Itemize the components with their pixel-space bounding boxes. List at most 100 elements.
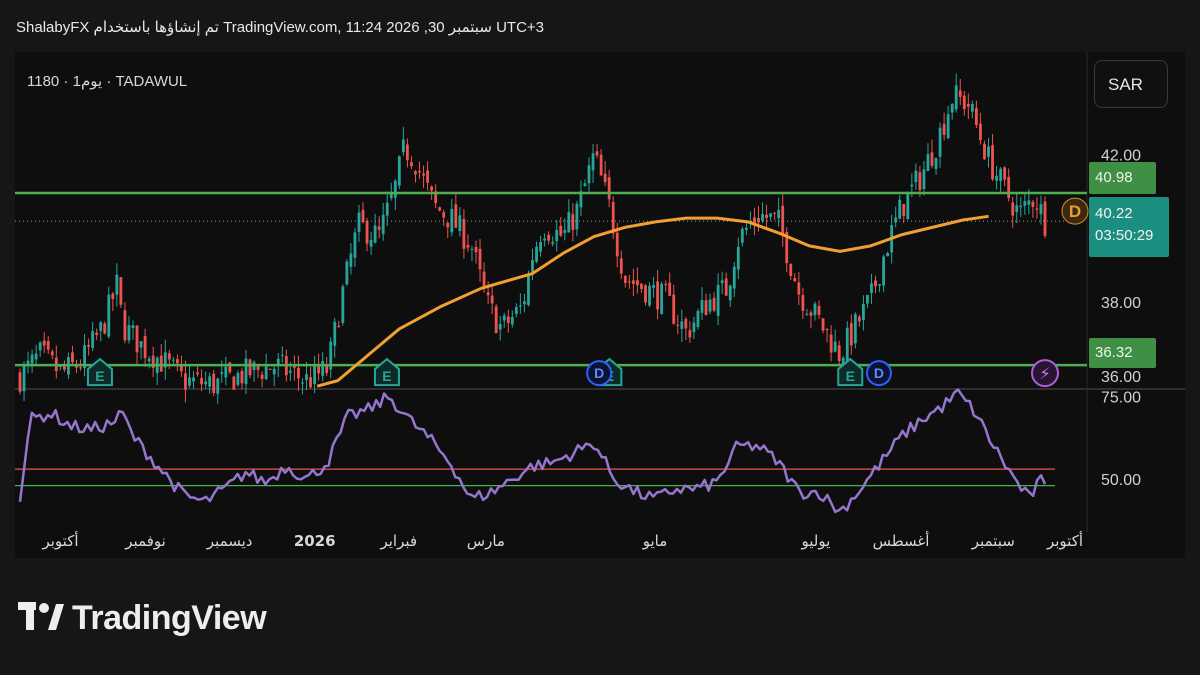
candle-body — [619, 258, 623, 274]
candle-body — [159, 355, 163, 372]
candle-body — [309, 377, 312, 388]
candle-body — [849, 323, 853, 346]
current-price-value: 40.22 — [1095, 205, 1133, 222]
tradingview-logo-icon — [18, 602, 64, 634]
candle-body — [987, 146, 990, 157]
candle-body — [470, 248, 474, 250]
candle-body — [970, 104, 974, 112]
candle-body — [405, 144, 409, 161]
candle-body — [438, 207, 442, 211]
candle-body — [623, 275, 627, 283]
candle-body — [171, 359, 175, 361]
candle-body — [611, 202, 615, 234]
candle-body — [345, 261, 349, 285]
rsi-axis-tick: 75.00 — [1101, 390, 1141, 407]
candle-body — [591, 153, 595, 171]
price-chart-svg[interactable]: 42.0038.0036.00EEEEDD⚡D75.0050.00أكتوبرن… — [15, 52, 1185, 558]
candle-body — [817, 306, 821, 315]
candle-body — [543, 238, 547, 241]
candle-body — [42, 340, 46, 346]
candle-body — [708, 299, 712, 312]
candle-body — [313, 364, 316, 385]
candle-body — [688, 330, 692, 338]
dividend-label: D — [594, 365, 604, 381]
candle-body — [486, 292, 490, 296]
candle-body — [866, 294, 869, 304]
candle-body — [716, 285, 720, 316]
candle-body — [861, 304, 865, 320]
candle-body — [192, 377, 195, 382]
candle-body — [535, 246, 538, 262]
chart-panel[interactable]: 42.0038.0036.00EEEEDD⚡D75.0050.00أكتوبرن… — [15, 52, 1185, 558]
candle-body — [995, 175, 998, 181]
candle-body — [123, 310, 127, 341]
price-axis-tick: 38.00 — [1101, 295, 1141, 312]
candle-body — [79, 367, 82, 369]
candle-body — [870, 283, 873, 294]
candle-body — [288, 370, 292, 373]
candle-body — [365, 220, 369, 244]
time-axis-label: ديسمبر — [206, 532, 253, 550]
candle-body — [724, 278, 728, 296]
candle-body — [837, 345, 841, 362]
candle-body — [704, 300, 708, 316]
candle-body — [369, 239, 373, 247]
candle-body — [401, 139, 405, 153]
earnings-label: E — [95, 368, 104, 384]
time-axis-label: مايو — [642, 532, 668, 550]
candle-body — [418, 170, 421, 173]
tradingview-logo[interactable]: TradingView — [18, 598, 267, 638]
candle-body — [200, 377, 204, 385]
candle-body — [264, 366, 268, 380]
candle-body — [462, 219, 466, 249]
candle-body — [672, 294, 676, 324]
candle-body — [906, 191, 910, 220]
candle-body — [111, 293, 115, 300]
candle-body — [777, 209, 781, 219]
candle-body — [393, 180, 397, 198]
candle-body — [676, 324, 680, 326]
candle-body — [22, 365, 26, 392]
candle-body — [527, 273, 530, 305]
candle-body — [268, 368, 272, 370]
candle-body — [1035, 208, 1039, 210]
lower-level-tag: 36.32 — [1089, 338, 1156, 368]
candle-body — [167, 353, 171, 360]
candle-body — [502, 315, 506, 321]
candle-body — [260, 374, 264, 379]
candle-body — [595, 151, 599, 156]
candle-body — [196, 372, 199, 375]
candle-body — [422, 173, 425, 176]
candle-body — [103, 323, 107, 334]
candle-body — [99, 322, 103, 331]
candle-body — [293, 366, 296, 368]
candle-body — [216, 378, 220, 394]
candle-body — [224, 366, 228, 378]
candle-body — [999, 168, 1003, 181]
candle-body — [797, 282, 801, 295]
candle-body — [490, 295, 494, 304]
candle-body — [954, 85, 958, 110]
earnings-label: E — [382, 368, 391, 384]
candle-body — [668, 282, 672, 296]
candle-body — [143, 336, 147, 359]
candle-body — [426, 170, 429, 183]
chart-header: ShalabyFX تم إنشاؤها باستخدام TradingVie… — [16, 19, 545, 36]
candle-body — [769, 213, 772, 217]
currency-button[interactable]: SAR — [1094, 60, 1168, 108]
candle-body — [878, 284, 881, 286]
candle-body — [450, 208, 454, 233]
candle-body — [563, 230, 567, 233]
candle-body — [761, 214, 764, 221]
candle-body — [736, 246, 740, 270]
current-price-tag: 40.22 03:50:29 — [1089, 197, 1169, 257]
candle-body — [930, 152, 934, 166]
candle-body — [506, 316, 510, 324]
candle-body — [829, 334, 833, 353]
candle-body — [821, 318, 825, 331]
time-axis-label: مارس — [467, 532, 505, 550]
candle-body — [894, 217, 898, 223]
candle-body — [627, 281, 631, 283]
candle-body — [599, 154, 603, 176]
candle-body — [46, 341, 50, 350]
